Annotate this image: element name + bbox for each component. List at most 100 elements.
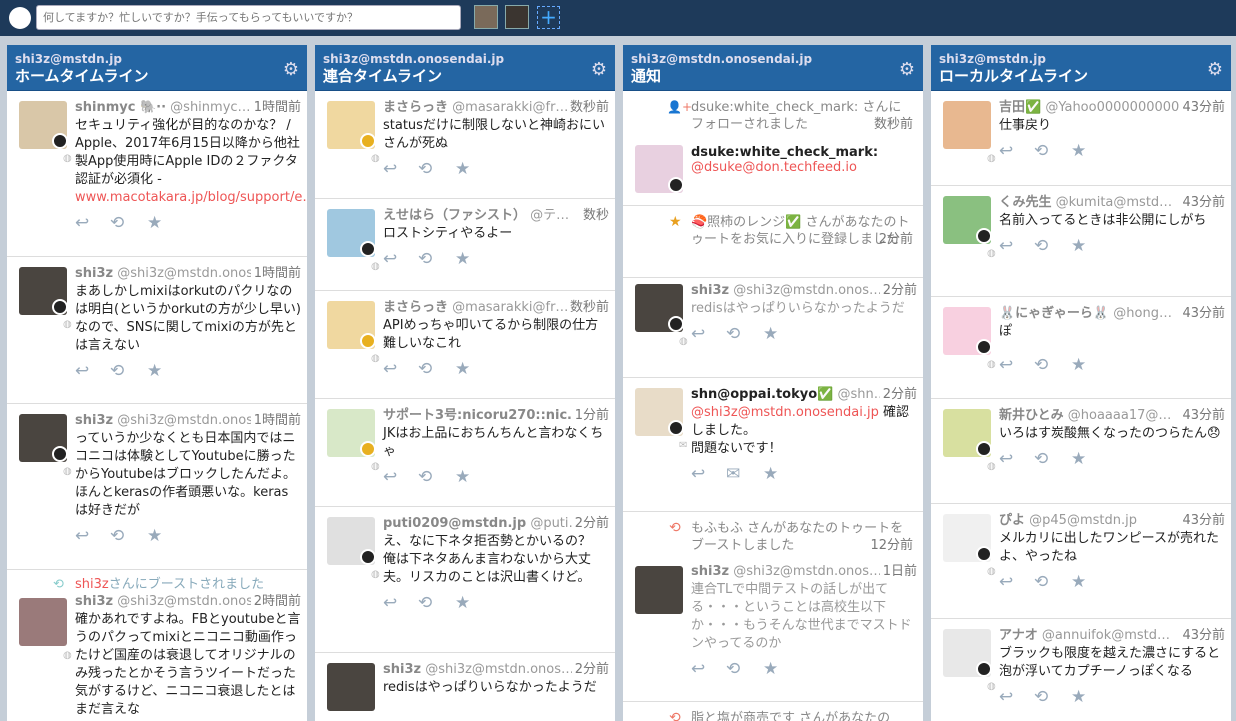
handle[interactable]: @shinmyc… [170,100,250,115]
boost-icon[interactable]: ⟲ [110,213,124,233]
boost-icon[interactable]: ⟲ [1034,141,1048,161]
reply-icon[interactable]: ↩ [999,572,1013,592]
display-name[interactable]: くみ先生 [999,195,1052,210]
gear-icon[interactable]: ⚙ [591,59,607,80]
boost-icon[interactable]: ⟲ [418,359,432,379]
favourite-icon[interactable]: ★ [1071,236,1086,256]
display-name[interactable]: ぴよ [999,513,1025,528]
gear-icon[interactable]: ⚙ [1207,59,1223,80]
handle[interactable]: @shi3z@mstdn.onos… [733,564,882,579]
add-account-button[interactable]: + [537,6,560,29]
boost-icon[interactable]: ⟲ [418,467,432,487]
timestamp[interactable]: 43分前 [1179,305,1225,322]
timestamp[interactable]: 2分前 [879,231,913,248]
display-name[interactable]: shinmyc 🐘·· [75,100,166,115]
reply-icon[interactable]: ↩ [999,141,1013,161]
handle[interactable]: @shi3z@mstdn.onos… [733,283,882,298]
favourite-icon[interactable]: ★ [455,249,470,269]
display-name[interactable]: dsuke:white_check_mark: [691,145,917,160]
timestamp[interactable]: 数秒前 [874,116,913,133]
timestamp[interactable]: 1分前 [571,407,609,424]
post-link[interactable]: www.macotakara.jp/blog/support/e… [75,190,307,205]
timestamp[interactable]: 12分前 [870,537,913,554]
list-item[interactable]: ◍ 🐰にゃぎゃーら🐰 @hong… 43分前 ぽ ↩ ⟲ ★ [931,297,1231,399]
compose-input[interactable] [36,5,461,30]
handle[interactable]: @dsuke@don.techfeed.io [691,160,917,175]
reply-icon[interactable]: ↩ [691,464,705,484]
gear-icon[interactable]: ⚙ [283,59,299,80]
reply-icon[interactable]: ↩ [999,449,1013,469]
timestamp[interactable]: 43分前 [1179,512,1225,529]
list-item[interactable]: ◍ shi3z @shi3z@mstdn.onos… 1時間前 っていうか少なくと… [7,404,307,570]
display-name[interactable]: shi3z [75,594,113,609]
handle[interactable]: @hong… [1113,306,1172,321]
timestamp[interactable]: 1時間前 [250,99,301,116]
boost-icon[interactable]: ⟲ [1034,236,1048,256]
handle[interactable]: @hoaaaa17@… [1068,408,1172,423]
timestamp[interactable]: 2分前 [879,386,917,403]
display-name[interactable]: 🐰にゃぎゃーら🐰 [999,306,1109,321]
display-name[interactable]: まさらっき [383,300,448,315]
handle[interactable]: @shi3z@mstdn.onos… [117,413,266,428]
handle[interactable]: @masarakki@fr… [452,300,568,315]
boost-icon[interactable]: ⟲ [418,593,432,613]
display-name[interactable]: shn@oppai.tokyo✅ [691,387,833,402]
timestamp[interactable]: 2分前 [571,661,609,678]
avatar[interactable] [635,566,683,614]
reply-icon[interactable]: ↩ [691,659,705,679]
handle[interactable]: @shi3z@mstdn.onos… [425,662,574,677]
favourite-icon[interactable]: ★ [1071,572,1086,592]
list-item[interactable]: ◍ くみ先生 @kumita@mstd… 43分前 名前入ってるときは非公開にしが… [931,186,1231,297]
notification-mention[interactable]: ✉ shn@oppai.tokyo✅ @shn… 2分前 @shi3z@mstdn… [623,378,923,512]
handle[interactable]: @shi3z@mstdn.onos… [117,266,266,281]
boost-icon[interactable]: ⟲ [726,659,740,679]
display-name[interactable]: puti0209@mstdn.jp [383,516,526,531]
handle[interactable]: @p45@mstdn.jp [1029,513,1137,528]
gear-icon[interactable]: ⚙ [899,59,915,80]
favourite-icon[interactable]: ★ [455,359,470,379]
timestamp[interactable]: 1時間前 [250,265,301,282]
favourite-icon[interactable]: ★ [763,324,778,344]
list-item[interactable]: ◍ サポート3号:nicoru270::nic… 1分前 JKはお上品におちんちん… [315,399,615,507]
boost-icon[interactable]: ⟲ [1034,572,1048,592]
display-name[interactable]: shi3z [75,266,113,281]
reply-icon[interactable]: ↩ [999,687,1013,707]
timestamp[interactable]: 2分前 [571,515,609,532]
display-name[interactable]: サポート3号:nicoru270::nic… [383,408,580,423]
favourite-icon[interactable]: ★ [763,464,778,484]
list-item[interactable]: ◍ shinmyc 🐘·· @shinmyc… 1時間前 セキュリティ強化が目的な… [7,91,307,257]
timestamp[interactable]: 数秒 [579,207,609,224]
list-item[interactable]: ◍ 吉田✅ @Yahoo0000000000… 43分前 仕事戻り ↩ ⟲ ★ [931,91,1231,186]
reply-icon[interactable]: ↩ [75,213,89,233]
display-name[interactable]: アナオ [999,628,1038,643]
display-name[interactable]: 新井ひとみ [999,408,1064,423]
favourite-icon[interactable]: ★ [1071,141,1086,161]
display-name[interactable]: shi3z [75,413,113,428]
favourite-icon[interactable]: ★ [455,159,470,179]
list-item[interactable]: ◍ アナオ @annuifok@mstd… 43分前 ブラックも限度を越えた濃さに… [931,619,1231,721]
handle[interactable]: @shi3z@mstdn.onos… [117,594,266,609]
reply-icon[interactable]: ↩ [383,593,397,613]
notification-reblog[interactable]: ⟲ もふもふ さんがあなたのトゥートをブーストしました 12分前 shi3z @sh… [623,512,923,702]
reply-icon[interactable]: ↩ [383,467,397,487]
reply-icon[interactable]: ↩ [999,355,1013,375]
account-avatar-1[interactable] [474,5,498,29]
display-name[interactable]: 吉田✅ [999,100,1041,115]
avatar[interactable] [327,663,375,711]
handle[interactable]: @テ… [530,208,569,223]
reply-icon[interactable]: ↩ [383,359,397,379]
favourite-icon[interactable]: ★ [1071,355,1086,375]
list-item[interactable]: shi3z @shi3z@mstdn.onos… 2分前 redisはやっぱりいら… [315,653,615,721]
favourite-icon[interactable]: ★ [147,526,162,546]
display-name[interactable]: shi3z [383,662,421,677]
favourite-icon[interactable]: ★ [147,213,162,233]
reply-icon[interactable]: ↩ [383,159,397,179]
list-item[interactable]: ◍ えせはら（ファシスト） @テ… 数秒 ロストシティやるよー ↩ ⟲ ★ [315,199,615,291]
handle[interactable]: @kumita@mstd… [1056,195,1173,210]
display-name[interactable]: まさらっき [383,100,448,115]
timestamp[interactable]: 1時間前 [250,412,301,429]
list-item[interactable]: ◍ shi3z @shi3z@mstdn.onos… 2分前 redisはやっぱり… [623,278,923,378]
list-item[interactable]: ◍ ぴよ @p45@mstdn.jp 43分前 メルカリに出したワンピースが売れた… [931,504,1231,619]
app-logo-icon[interactable] [9,7,31,29]
list-item[interactable]: ◍ まさらっき @masarakki@fr… 数秒前 statusだけに制限しない… [315,91,615,199]
